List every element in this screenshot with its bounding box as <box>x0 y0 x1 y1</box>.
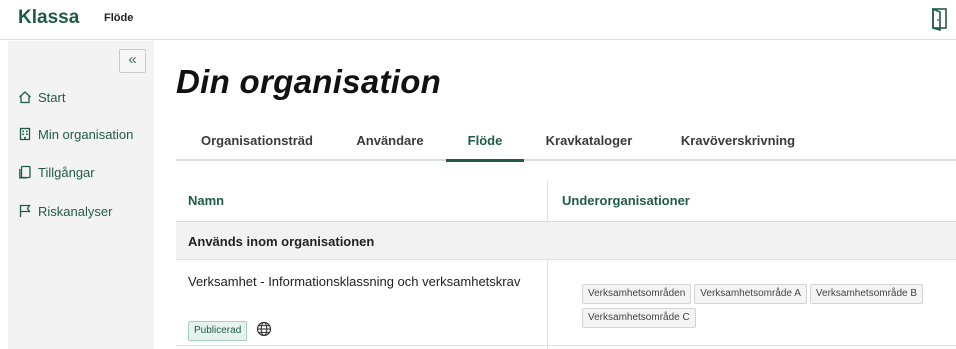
section-label: Flöde <box>104 12 134 24</box>
row-name[interactable]: Verksamhet - Informationsklassning och v… <box>188 270 548 294</box>
sidebar-item-label: Min organisation <box>38 126 134 142</box>
building-icon <box>18 127 32 141</box>
suborganisation-chip[interactable]: Verksamhetsområde B <box>809 284 924 304</box>
suborganisation-list: Verksamhetsområden Verksamhetsområde A V… <box>582 284 952 328</box>
suborganisation-chip[interactable]: Verksamhetsområde A <box>694 284 807 304</box>
globe-icon <box>256 321 272 337</box>
sidebar-item-riskanalyser[interactable]: Riskanalyser <box>8 199 154 223</box>
status-badge: Publicerad <box>188 321 248 341</box>
sidebar: « Start Min organisation Tillgångar Risk… <box>8 41 154 349</box>
suborganisation-chip[interactable]: Verksamhetsområden <box>582 284 692 304</box>
tab-flode[interactable]: Flöde <box>446 125 524 162</box>
tab-kravkataloger[interactable]: Kravkataloger <box>543 125 635 161</box>
main-content: Din organisation Organisationsträd Använ… <box>154 41 956 349</box>
page-title: Din organisation <box>176 63 442 100</box>
table-row[interactable]: Verksamhet - Informationsklassning och v… <box>176 260 956 346</box>
flag-icon <box>18 204 32 218</box>
suborganisation-chip[interactable]: Verksamhetsområde C <box>582 308 696 328</box>
sidebar-item-tillgangar[interactable]: Tillgångar <box>8 160 154 184</box>
group-label: Används inom organisationen <box>188 234 375 249</box>
tab-kravoverskrivning[interactable]: Kravöverskrivning <box>676 125 800 161</box>
tab-bar: Organisationsträd Användare Flöde Kravka… <box>176 125 956 162</box>
sidebar-item-label: Start <box>38 89 66 105</box>
column-header-underorganisationer[interactable]: Underorganisationer <box>562 181 690 221</box>
top-bar: Klassa Flöde <box>0 0 956 40</box>
home-icon <box>18 90 32 104</box>
double-chevron-left-icon[interactable]: « <box>119 49 146 73</box>
sidebar-item-start[interactable]: Start <box>8 85 154 109</box>
copy-icon <box>18 165 32 179</box>
column-header-namn[interactable]: Namn <box>188 181 224 221</box>
brand-logo[interactable]: Klassa <box>18 7 79 29</box>
sidebar-item-label: Riskanalyser <box>38 203 113 219</box>
sidebar-item-label: Tillgångar <box>38 164 95 180</box>
table-group-row: Används inom organisationen <box>176 222 956 260</box>
exit-door-icon[interactable] <box>930 7 950 32</box>
tab-anvandare[interactable]: Användare <box>354 125 426 161</box>
tab-organisationstrad[interactable]: Organisationsträd <box>196 125 318 161</box>
sidebar-item-min-organisation[interactable]: Min organisation <box>8 122 154 146</box>
